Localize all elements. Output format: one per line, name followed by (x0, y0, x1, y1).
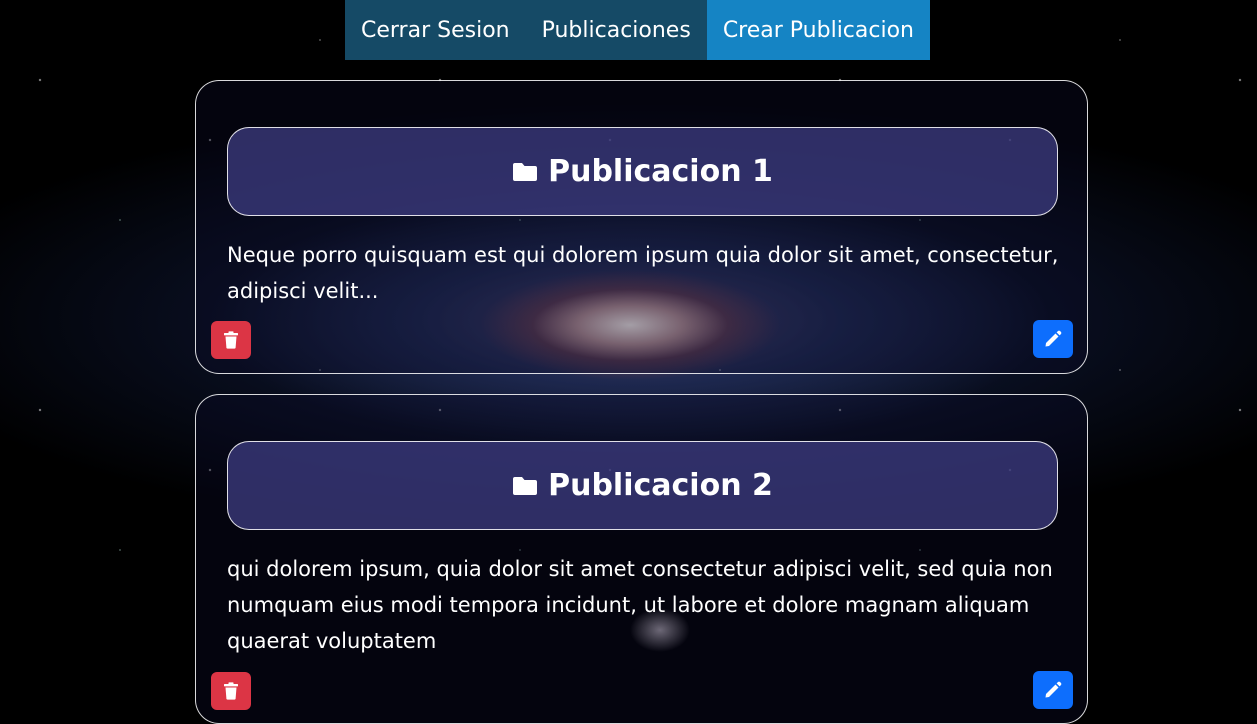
pencil-icon (1045, 681, 1062, 698)
post-card: Publicacion 1 Neque porro quisquam est q… (195, 80, 1088, 374)
top-nav: Cerrar Sesion Publicaciones Crear Public… (345, 0, 930, 60)
folder-icon (513, 476, 538, 495)
post-title: Publicacion 1 (548, 154, 773, 189)
post-title-box: Publicacion 2 (227, 441, 1058, 530)
trash-icon (224, 331, 238, 349)
delete-button[interactable] (211, 321, 251, 359)
folder-icon (513, 162, 538, 181)
trash-icon (224, 682, 238, 700)
nav-crear-publicacion[interactable]: Crear Publicacion (706, 0, 930, 60)
post-body: qui dolorem ipsum, quia dolor sit amet c… (227, 557, 1053, 653)
pencil-icon (1045, 330, 1062, 347)
edit-button[interactable] (1033, 671, 1073, 709)
post-title-box: Publicacion 1 (227, 127, 1058, 216)
delete-button[interactable] (211, 672, 251, 710)
nav-publicaciones[interactable]: Publicaciones (525, 0, 707, 60)
post-card: Publicacion 2 qui dolorem ipsum, quia do… (195, 394, 1088, 724)
post-title: Publicacion 2 (548, 468, 773, 503)
edit-button[interactable] (1033, 320, 1073, 358)
post-body: Neque porro quisquam est qui dolorem ips… (227, 243, 1059, 303)
nav-cerrar-sesion[interactable]: Cerrar Sesion (345, 0, 526, 60)
